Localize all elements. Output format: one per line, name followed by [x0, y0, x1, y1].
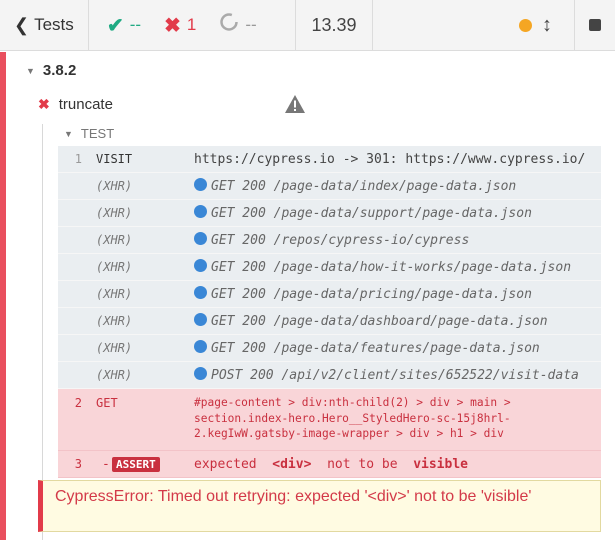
command-row[interactable]: (XHR) GET 200 /page-data/how-it-works/pa… — [58, 254, 601, 281]
command-message: GET 200 /page-data/support/page-data.jso… — [211, 206, 532, 221]
section-label: TEST — [80, 126, 115, 141]
command-message: GET 200 /page-data/how-it-works/page-dat… — [211, 260, 572, 275]
xhr-dot-icon — [194, 205, 207, 218]
xhr-dot-icon — [194, 178, 207, 191]
command-row-assert[interactable]: 3 - ASSERT expected <div> not to be visi… — [58, 451, 601, 478]
arrows-vertical-icon[interactable]: ↕ — [542, 14, 552, 37]
command-message: GET 200 /page-data/features/page-data.js… — [211, 341, 540, 356]
test-row[interactable]: ✖ truncate — [38, 94, 615, 114]
assert-message: expected <div> not to be visible — [194, 457, 468, 472]
command-row[interactable]: (XHR) GET 200 /page-data/pricing/page-da… — [58, 281, 601, 308]
command-message: POST 200 /api/v2/client/sites/652522/vis… — [211, 368, 579, 383]
running-dot-icon — [519, 18, 532, 32]
passed-count: -- — [129, 15, 142, 34]
tests-button[interactable]: ❮ Tests — [0, 0, 89, 50]
caret-down-icon: ▼ — [64, 128, 73, 139]
command-message-wrap: GET 200 /page-data/dashboard/page-data.j… — [194, 313, 595, 329]
command-message: GET 200 /page-data/dashboard/page-data.j… — [211, 314, 548, 329]
xhr-dot-icon — [194, 259, 207, 272]
tests-label: Tests — [34, 15, 74, 34]
command-number: 1 — [74, 152, 82, 166]
failed-count: 1 — [186, 15, 197, 34]
x-icon: ✖ — [38, 96, 50, 112]
pending-stat: -- — [219, 12, 257, 38]
command-row[interactable]: (XHR) GET 200 /repos/cypress-io/cypress — [58, 227, 601, 254]
command-message-wrap: GET 200 /page-data/index/page-data.json — [194, 178, 595, 194]
test-indent-line — [42, 124, 43, 540]
command-name: (XHR) — [96, 314, 133, 328]
command-number: 2 — [74, 396, 82, 410]
assert-word: expected — [194, 456, 257, 472]
error-message: CypressError: Timed out retrying: expect… — [55, 488, 532, 505]
command-name: (XHR) — [96, 341, 133, 355]
assert-word: not to be — [327, 456, 398, 472]
get-selector: #page-content > div:nth-child(2) > div >… — [194, 396, 511, 440]
command-log: 1 VISIT https://cypress.io -> 301: https… — [58, 146, 601, 478]
suite-title[interactable]: ▼ 3.8.2 — [26, 62, 76, 79]
command-message-wrap: GET 200 /page-data/support/page-data.jso… — [194, 205, 595, 221]
reporter-header: ❮ Tests ✔ -- ✖ 1 -- 13.39 ↕ — [0, 0, 615, 51]
command-message-wrap: GET 200 /page-data/pricing/page-data.jso… — [194, 286, 595, 302]
command-message-wrap: POST 200 /api/v2/client/sites/652522/vis… — [194, 367, 595, 383]
command-row-get[interactable]: 2 GET #page-content > div:nth-child(2) >… — [58, 389, 601, 451]
command-name: (XHR) — [96, 287, 133, 301]
test-title: truncate — [58, 96, 113, 113]
warning-triangle-icon[interactable] — [284, 94, 306, 114]
stats: ✔ -- ✖ 1 -- — [89, 0, 296, 50]
command-message: https://cypress.io -> 301: https://www.c… — [194, 151, 586, 167]
error-message-box[interactable]: CypressError: Timed out retrying: expect… — [38, 480, 601, 532]
stop-button[interactable] — [575, 0, 615, 50]
failed-runnable-bar — [0, 52, 6, 540]
command-row[interactable]: (XHR) GET 200 /page-data/dashboard/page-… — [58, 308, 601, 335]
xhr-dot-icon — [194, 232, 207, 245]
xhr-dot-icon — [194, 313, 207, 326]
command-row[interactable]: 1 VISIT https://cypress.io -> 301: https… — [58, 146, 601, 173]
command-message-wrap: GET 200 /page-data/features/page-data.js… — [194, 340, 595, 356]
command-name: VISIT — [96, 152, 133, 166]
command-number: 3 — [74, 457, 82, 471]
command-name: GET — [96, 396, 118, 410]
command-row[interactable]: (XHR) GET 200 /page-data/support/page-da… — [58, 200, 601, 227]
x-icon: ✖ — [164, 14, 181, 37]
xhr-dot-icon — [194, 286, 207, 299]
assert-dash: - — [102, 456, 110, 472]
chevron-left-icon: ❮ — [14, 14, 30, 35]
check-icon: ✔ — [107, 14, 124, 37]
command-name: (XHR) — [96, 206, 133, 220]
header-spacer — [373, 0, 497, 50]
command-name: (XHR) — [96, 368, 133, 382]
command-message: GET 200 /repos/cypress-io/cypress — [211, 233, 470, 248]
stop-icon — [589, 19, 601, 31]
command-name: (XHR) — [96, 179, 133, 193]
failed-stat: ✖ 1 — [164, 13, 196, 38]
command-row[interactable]: (XHR) GET 200 /page-data/features/page-d… — [58, 335, 601, 362]
xhr-dot-icon — [194, 367, 207, 380]
assert-badge: ASSERT — [112, 457, 160, 472]
command-message-wrap: GET 200 /repos/cypress-io/cypress — [194, 232, 595, 248]
assert-expected: visible — [413, 456, 468, 472]
command-name: (XHR) — [96, 260, 133, 274]
command-name: (XHR) — [96, 233, 133, 247]
circle-notch-icon — [219, 12, 239, 38]
command-row[interactable]: (XHR) POST 200 /api/v2/client/sites/6525… — [58, 362, 601, 389]
caret-down-icon: ▼ — [26, 65, 35, 76]
command-row[interactable]: (XHR) GET 200 /page-data/index/page-data… — [58, 173, 601, 200]
assert-subject: <div> — [272, 456, 312, 472]
command-message: GET 200 /page-data/pricing/page-data.jso… — [211, 287, 532, 302]
command-message-wrap: GET 200 /page-data/how-it-works/page-dat… — [194, 259, 595, 275]
pending-count: -- — [245, 15, 257, 34]
xhr-dot-icon — [194, 340, 207, 353]
command-message: GET 200 /page-data/index/page-data.json — [211, 179, 517, 194]
suite-label: 3.8.2 — [42, 62, 77, 79]
section-test[interactable]: ▼ TEST — [64, 126, 114, 141]
duration: 13.39 — [296, 0, 373, 50]
passed-stat: ✔ -- — [107, 13, 141, 38]
controls: ↕ — [497, 0, 575, 50]
